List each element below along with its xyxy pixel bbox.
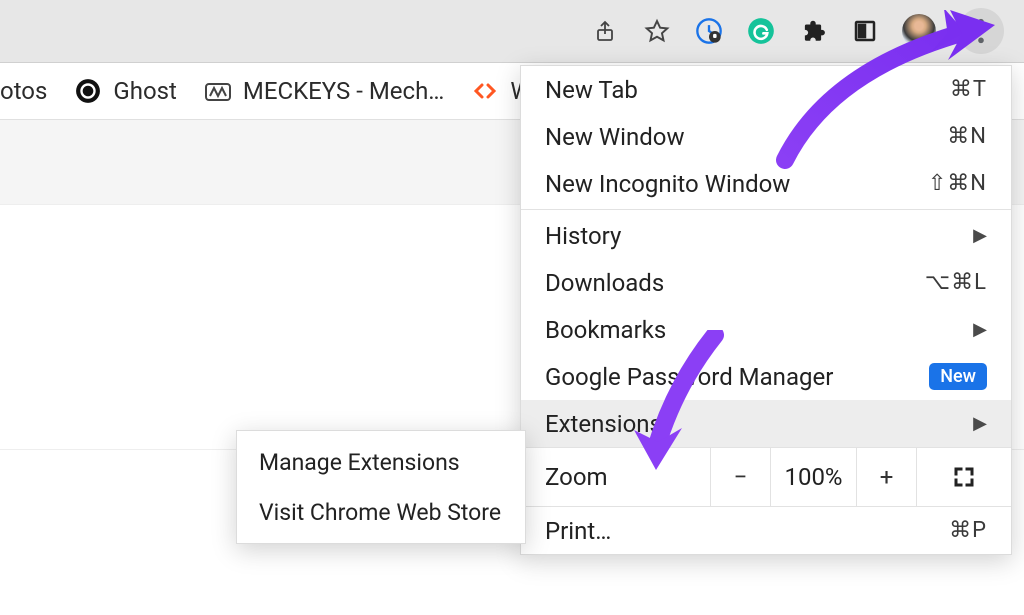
bookmark-item-photos[interactable]: otos [0, 77, 47, 105]
menu-item-label: Downloads [545, 269, 664, 297]
menu-new-incognito[interactable]: New Incognito Window ⇧⌘N [521, 160, 1011, 207]
extension-grammarly-icon[interactable] [746, 16, 776, 46]
menu-bookmarks[interactable]: Bookmarks ▶ [521, 306, 1011, 353]
menu-print[interactable]: Print… ⌘P [521, 507, 1011, 554]
submenu-manage-extensions[interactable]: Manage Extensions [237, 437, 525, 487]
bookmark-item-ghost[interactable]: Ghost [75, 77, 177, 105]
bookmark-item-meckeys[interactable]: MECKEYS - Mech… [205, 77, 444, 105]
zoom-in-button[interactable]: + [857, 448, 917, 506]
menu-new-window[interactable]: New Window ⌘N [521, 113, 1011, 160]
bookmark-label: otos [0, 77, 47, 105]
star-icon[interactable] [642, 16, 672, 46]
new-badge: New [929, 363, 987, 390]
extensions-submenu: Manage Extensions Visit Chrome Web Store [236, 430, 526, 544]
chrome-main-menu: New Tab ⌘T New Window ⌘N New Incognito W… [520, 65, 1012, 555]
reading-list-icon[interactable] [850, 16, 880, 46]
extension-clock-icon[interactable] [694, 16, 724, 46]
menu-downloads[interactable]: Downloads ⌥⌘L [521, 259, 1011, 306]
menu-extensions[interactable]: Extensions ▶ [521, 400, 1011, 447]
ghost-icon [75, 78, 101, 104]
submenu-chrome-web-store[interactable]: Visit Chrome Web Store [237, 487, 525, 537]
zoom-label: Zoom [521, 448, 711, 506]
menu-zoom-row: Zoom − 100% + [521, 447, 1011, 507]
more-menu-button[interactable] [958, 8, 1004, 54]
menu-item-label: New Window [545, 123, 684, 151]
menu-item-label: New Incognito Window [545, 170, 790, 198]
menu-item-shortcut: ⌘P [949, 518, 987, 543]
submenu-arrow-icon: ▶ [973, 413, 987, 434]
menu-item-label: Manage Extensions [259, 449, 460, 476]
zoom-value: 100% [771, 448, 857, 506]
bookmark-label: Ghost [113, 77, 177, 105]
menu-item-shortcut: ⌘N [947, 124, 987, 149]
menu-item-shortcut: ⌥⌘L [925, 270, 987, 295]
menu-item-shortcut: ⇧⌘N [928, 171, 987, 196]
menu-item-label: Visit Chrome Web Store [259, 499, 501, 526]
menu-separator [521, 209, 1011, 210]
profile-avatar[interactable] [902, 14, 936, 48]
menu-history[interactable]: History ▶ [521, 212, 1011, 259]
bookmark-label: MECKEYS - Mech… [243, 77, 444, 105]
menu-item-label: History [545, 222, 621, 250]
menu-item-label: Google Password Manager [545, 363, 833, 391]
meckeys-icon [205, 78, 231, 104]
share-icon[interactable] [590, 16, 620, 46]
menu-item-label: Print… [545, 517, 611, 545]
menu-item-shortcut: ⌘T [950, 77, 987, 102]
code-icon [472, 78, 498, 104]
zoom-out-button[interactable]: − [711, 448, 771, 506]
menu-item-label: New Tab [545, 76, 638, 104]
menu-new-tab[interactable]: New Tab ⌘T [521, 66, 1011, 113]
submenu-arrow-icon: ▶ [973, 225, 987, 246]
menu-password-manager[interactable]: Google Password Manager New [521, 353, 1011, 400]
browser-toolbar [0, 0, 1024, 63]
fullscreen-button[interactable] [917, 448, 1011, 506]
menu-item-label: Bookmarks [545, 316, 666, 344]
menu-item-label: Extensions [545, 410, 662, 438]
extensions-puzzle-icon[interactable] [798, 16, 828, 46]
submenu-arrow-icon: ▶ [973, 319, 987, 340]
